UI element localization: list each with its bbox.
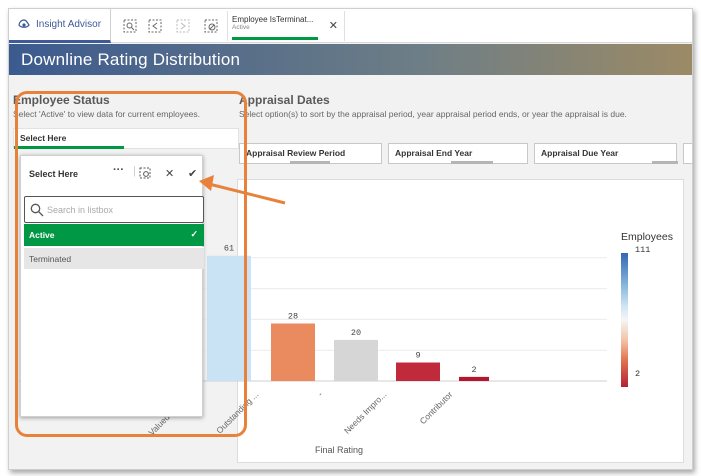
legend-max-label: 111: [635, 245, 651, 255]
x-tick-label: Outstanding ...: [214, 389, 260, 435]
data-label: 28: [288, 312, 298, 322]
listbox-title: Select Here: [29, 169, 79, 179]
x-axis-title: Final Rating: [315, 445, 363, 455]
legend-min-label: 2: [635, 369, 641, 379]
checkmark-icon: ✓: [190, 229, 198, 239]
bar[interactable]: [459, 376, 489, 381]
data-label: 61: [224, 244, 234, 254]
confirm-selection-icon[interactable]: ✔: [188, 167, 197, 180]
search-icon: [30, 203, 44, 217]
listbox-item-terminated[interactable]: Terminated: [24, 247, 204, 269]
listbox-item-label: Terminated: [29, 254, 72, 264]
cancel-selection-icon[interactable]: ✕: [165, 167, 174, 180]
data-label: 20: [351, 328, 361, 338]
listbox-popover: Select Here ··· | ✕ ✔ Active ✓ Terminate…: [20, 155, 204, 417]
listbox-item-active[interactable]: Active ✓: [24, 224, 204, 246]
search-input[interactable]: [47, 202, 197, 217]
divider: |: [133, 165, 136, 177]
legend-title: Employees: [621, 231, 673, 243]
x-tick-label: -: [315, 389, 324, 398]
listbox-item-label: Active: [29, 230, 55, 240]
bar[interactable]: [271, 323, 315, 381]
x-tick-label: Contributor: [418, 389, 455, 426]
app-window: Insight Advisor Employee IsTerminat... A…: [8, 8, 693, 470]
bar[interactable]: [396, 362, 440, 381]
x-tick-label: Needs Impro...: [342, 389, 388, 435]
data-label: 2: [471, 365, 476, 375]
clear-selection-icon[interactable]: [139, 167, 151, 182]
bar[interactable]: [334, 339, 378, 381]
legend-color-scale: [621, 253, 628, 387]
more-options-icon[interactable]: ···: [113, 164, 124, 176]
listbox-search[interactable]: [24, 196, 204, 223]
bar[interactable]: [207, 255, 251, 381]
data-label: 9: [415, 351, 420, 361]
